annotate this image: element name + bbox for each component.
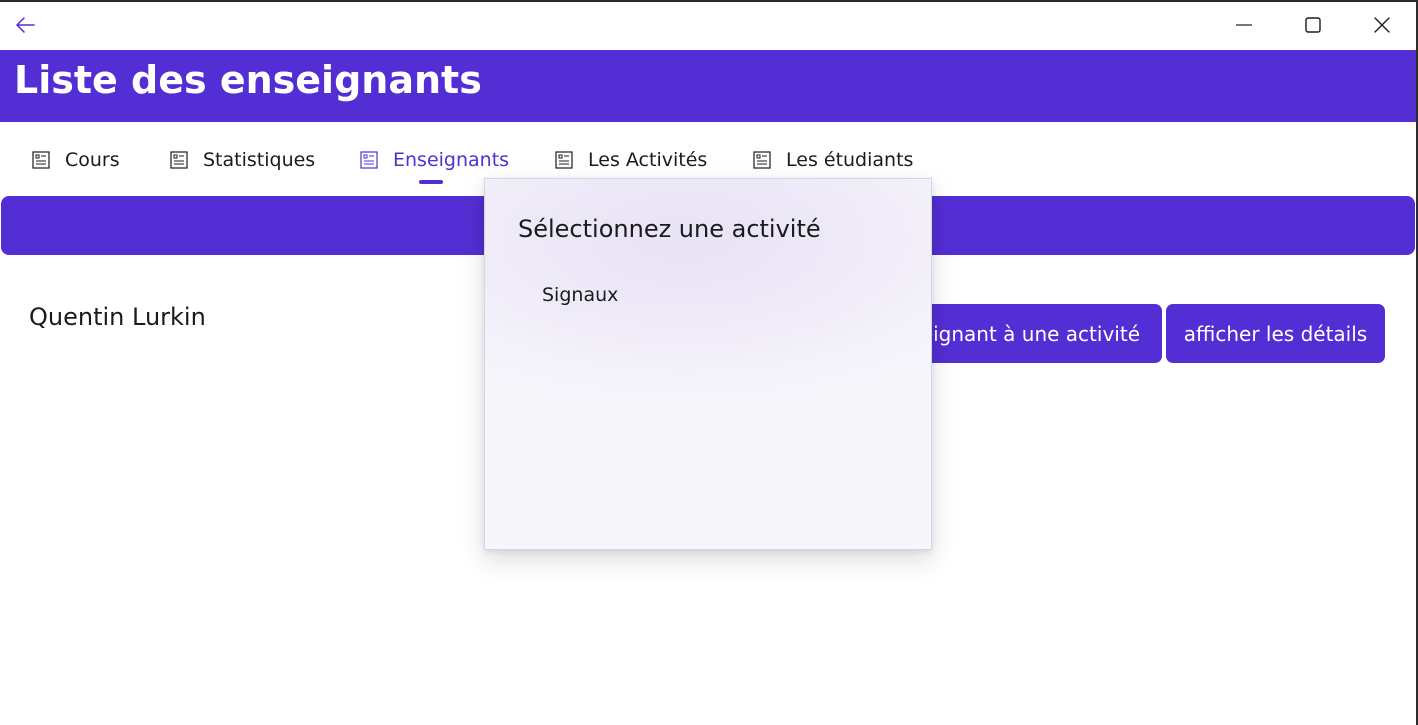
flyout-title: Sélectionnez une activité xyxy=(518,215,821,243)
flyout-item-signaux[interactable]: Signaux xyxy=(495,275,921,315)
active-tab-indicator xyxy=(419,180,443,184)
activity-selection-flyout: Sélectionnez une activité Signaux xyxy=(484,178,932,550)
back-button[interactable] xyxy=(8,10,42,40)
document-list-icon xyxy=(170,151,188,169)
teacher-name: Quentin Lurkin xyxy=(29,303,206,331)
button-label: afficher les détails xyxy=(1183,321,1368,346)
tab-activites[interactable]: Les Activités xyxy=(555,144,707,176)
flyout-item-label: Signaux xyxy=(542,284,619,306)
show-details-button[interactable]: afficher les détails xyxy=(1166,304,1385,363)
assign-activity-button[interactable]: eignant à une activité xyxy=(900,304,1162,363)
maximize-icon xyxy=(1305,17,1321,33)
tab-label: Cours xyxy=(65,149,120,171)
document-list-icon xyxy=(360,151,378,169)
maximize-button[interactable] xyxy=(1279,2,1347,48)
document-list-icon xyxy=(32,151,50,169)
title-bar xyxy=(0,2,1416,50)
page-header: Liste des enseignants xyxy=(0,50,1416,122)
close-button[interactable] xyxy=(1348,2,1416,48)
tab-enseignants[interactable]: Enseignants xyxy=(360,144,509,176)
tab-cours[interactable]: Cours xyxy=(32,144,120,176)
tab-label: Les Activités xyxy=(588,149,708,171)
tab-label: Enseignants xyxy=(393,149,510,171)
tab-etudiants[interactable]: Les étudiants xyxy=(753,144,913,176)
document-list-icon xyxy=(753,151,771,169)
minimize-button[interactable] xyxy=(1210,2,1278,48)
tab-label: Les étudiants xyxy=(786,149,914,171)
tab-statistiques[interactable]: Statistiques xyxy=(170,144,315,176)
back-arrow-icon xyxy=(16,17,35,33)
minimize-icon xyxy=(1236,24,1252,26)
tab-label: Statistiques xyxy=(203,149,316,171)
button-label: eignant à une activité xyxy=(920,321,1140,346)
document-list-icon xyxy=(555,151,573,169)
app-window: Liste des enseignants Cours Statistiques xyxy=(0,0,1418,725)
page-title: Liste des enseignants xyxy=(14,58,482,102)
close-icon xyxy=(1374,17,1390,33)
